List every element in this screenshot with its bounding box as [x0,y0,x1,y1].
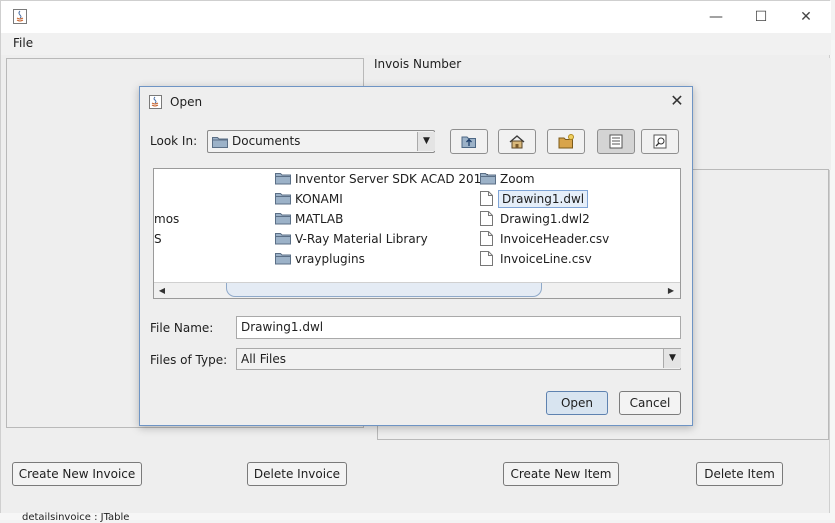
file-name: mos [154,212,180,226]
minimize-button[interactable]: — [701,7,731,27]
file-name: Inventor Server SDK ACAD 2017 [295,172,489,186]
scroll-left-icon[interactable]: ◀ [156,285,168,297]
dialog-close-button[interactable]: ✕ [666,90,688,112]
look-in-label: Look In: [150,134,198,148]
file-name: V-Ray Material Library [295,232,428,246]
file-icon [480,251,493,269]
chevron-down-icon[interactable]: ▼ [663,349,681,368]
scroll-right-icon[interactable]: ▶ [665,285,677,297]
maximize-button[interactable]: ☐ [746,7,776,27]
folder-icon [275,211,291,228]
file-name-label: File Name: [150,321,214,335]
open-dialog: Open ✕ Look In: Documents ▼ mos S Invent… [139,86,693,426]
menu-bar: File [1,33,831,55]
folder-up-icon [461,136,476,148]
file-icon [480,211,493,229]
file-name: InvoiceHeader.csv [500,232,610,246]
file-list[interactable]: mos S Inventor Server SDK ACAD 2017 KONAMI… [153,168,681,299]
details-view-icon [653,134,667,149]
folder-icon [275,171,291,188]
up-one-level-button[interactable] [450,129,488,154]
cancel-button[interactable]: Cancel [619,391,681,415]
menu-file[interactable]: File [13,36,33,50]
home-icon [509,135,525,149]
file-icon [480,191,493,209]
folder-icon [275,251,291,268]
file-name: S [154,232,162,246]
java-app-icon [13,9,27,24]
folder-icon [212,137,228,148]
files-of-type-label: Files of Type: [150,353,228,367]
details-view-button[interactable] [641,129,679,154]
title-bar: — ☐ ✕ [1,1,831,33]
folder-icon [480,171,496,188]
files-of-type-combo[interactable]: All Files ▼ [236,348,681,370]
file-name: Drawing1.dwl [498,190,589,208]
file-name: MATLAB [295,212,344,226]
file-name: Zoom [500,172,535,186]
look-in-value: Documents [232,134,301,148]
horizontal-scrollbar[interactable]: ◀ ▶ [154,282,680,298]
chevron-down-icon[interactable]: ▼ [417,132,435,151]
file-name-input[interactable]: Drawing1.dwl [236,316,681,339]
home-button[interactable] [498,129,536,154]
files-of-type-value: All Files [241,352,287,366]
dialog-title: Open [170,95,203,109]
folder-icon [275,231,291,248]
file-name: InvoiceLine.csv [500,252,592,266]
new-folder-icon [558,134,574,149]
close-window-button[interactable]: ✕ [791,7,821,27]
delete-invoice-button[interactable]: Delete Invoice [247,462,347,486]
file-name: Drawing1.dwl2 [500,212,590,226]
background-tree-item: detailsinvoice : JTable [22,512,130,523]
open-button[interactable]: Open [546,391,608,415]
java-app-icon [149,95,162,109]
folder-icon [275,191,291,208]
look-in-combo[interactable]: Documents ▼ [207,130,435,153]
list-view-button[interactable] [597,129,635,154]
file-name: vrayplugins [295,252,365,266]
create-new-invoice-button[interactable]: Create New Invoice [12,462,142,486]
list-view-icon [609,134,623,149]
file-icon [480,231,493,249]
scrollbar-thumb[interactable] [226,283,542,297]
create-new-item-button[interactable]: Create New Item [503,462,619,486]
invoice-number-label: Invois Number [374,57,462,71]
file-name: KONAMI [295,192,343,206]
delete-item-button[interactable]: Delete Item [696,462,783,486]
new-folder-button[interactable] [547,129,585,154]
